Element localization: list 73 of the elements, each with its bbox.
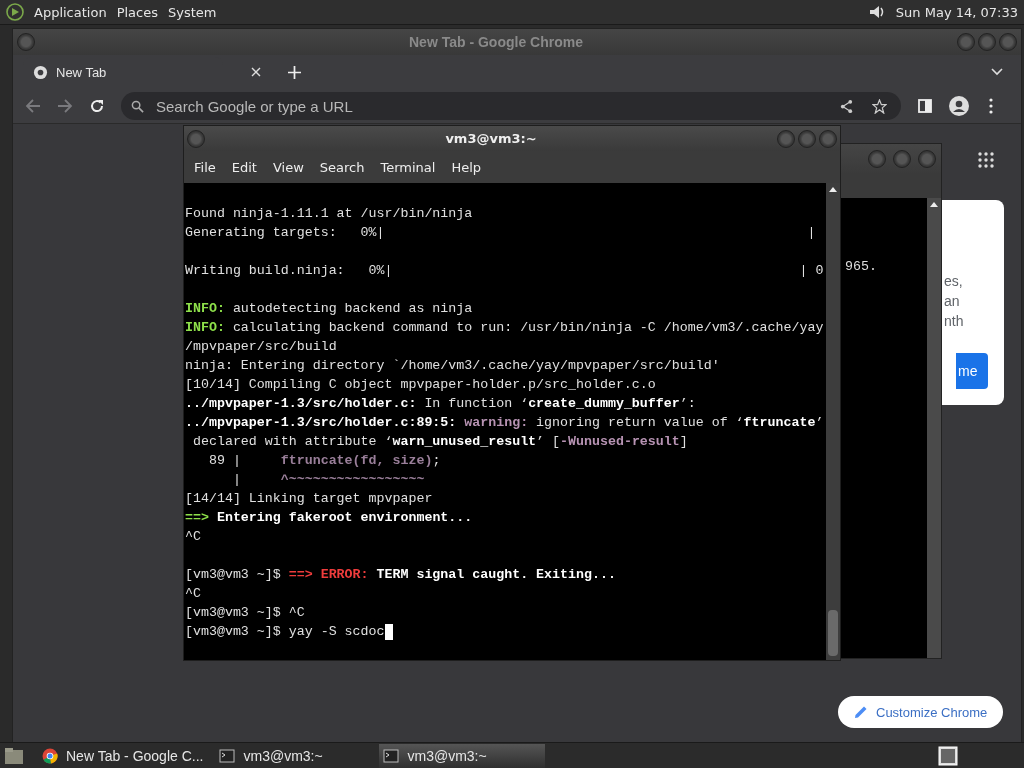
clock[interactable]: Sun May 14, 07:33	[895, 4, 1018, 20]
tab-list-caret-icon[interactable]	[991, 68, 1003, 76]
card-text: nth	[944, 313, 964, 329]
window-title: vm3@vm3:~	[445, 131, 537, 146]
maximize-button[interactable]	[893, 150, 911, 168]
terminal-line: [14/14] Linking target mpvpaper	[185, 491, 433, 506]
terminal-line: /mpvpaper/src/build	[185, 339, 337, 354]
menu-item[interactable]: Search	[311, 159, 373, 175]
scrollbar[interactable]	[927, 198, 941, 658]
menu-icon[interactable]	[989, 98, 993, 114]
reload-icon[interactable]	[89, 98, 105, 114]
terminal-line: ../mpvpaper-1.3/src/holder.c:89:5: warning: ignoring return value of ‘ftruncate’	[185, 415, 824, 430]
menu-item[interactable]: Help	[443, 159, 490, 175]
panel-menu[interactable]: System	[168, 4, 217, 20]
taskbar-item[interactable]: New Tab - Google C...	[38, 744, 210, 768]
terminal-line: ==> Entering fakeroot environment...	[185, 510, 473, 525]
panel-menu[interactable]: Places	[116, 4, 158, 20]
minimize-button[interactable]	[868, 150, 886, 168]
pencil-icon	[854, 705, 868, 719]
volume-icon[interactable]	[867, 3, 886, 21]
show-desktop-icon[interactable]	[4, 747, 24, 765]
terminal-icon	[219, 748, 236, 764]
new-tab-icon[interactable]	[288, 65, 301, 79]
apps-grid-icon[interactable]	[978, 152, 994, 168]
share-icon[interactable]	[839, 98, 854, 114]
terminal-line: Writing build.ninja: 0%| | 0	[185, 263, 824, 278]
terminal-line: Generating targets: 0%| |	[185, 225, 816, 240]
close-button[interactable]	[999, 33, 1017, 51]
terminal-line: [10/14] Compiling C object mpvpaper-holder.p/src_holder.c.o	[185, 377, 656, 392]
terminal-line: ninja: Entering directory `/home/vm3/.cache/yay/mpvpaper/src/build'	[185, 358, 720, 373]
customize-chrome-button[interactable]: Customize Chrome	[838, 696, 1004, 728]
terminal-line: | ^~~~~~~~~~~~~~~~~~	[231, 472, 425, 487]
card-text: an	[944, 293, 960, 309]
terminal-line: ^C	[185, 529, 201, 544]
card-text: es,	[944, 273, 963, 289]
search-icon	[131, 99, 144, 113]
menu-item[interactable]: Terminal	[372, 159, 444, 175]
menu-item[interactable]: Edit	[223, 159, 265, 175]
menu-item[interactable]: View	[264, 159, 312, 175]
bookmark-star-icon[interactable]	[872, 98, 887, 114]
address-bar[interactable]: Search Google or type a URL	[121, 92, 901, 120]
window-menu-button[interactable]	[187, 129, 205, 148]
terminal-line: ../mpvpaper-1.3/src/holder.c: In function ‘create_dummy_buffer’:	[185, 396, 696, 411]
terminal-line: [vm3@vm3 ~]$ yay -S scdoc	[185, 624, 385, 639]
terminal-line: [vm3@vm3 ~]$ ==> ERROR: TERM signal caught. Exiting...	[185, 567, 616, 582]
maximize-button[interactable]	[978, 33, 996, 51]
close-tab-icon[interactable]	[251, 67, 261, 77]
close-button[interactable]	[819, 129, 837, 148]
minimize-button[interactable]	[777, 129, 795, 148]
terminal-icon	[383, 748, 400, 764]
terminal-line: Found ninja-1.11.1 at /usr/bin/ninja	[185, 206, 473, 221]
window-menu-button[interactable]	[17, 33, 35, 51]
close-button[interactable]	[918, 150, 936, 168]
profile-avatar-icon[interactable]	[949, 96, 969, 116]
terminal-line: 965.	[845, 259, 878, 274]
terminal-line: declared with attribute ‘warn_unused_result’ [-Wunused-result]	[191, 434, 688, 449]
terminal-line: ^C	[185, 586, 201, 601]
taskbar-item[interactable]: vm3@vm3:~	[379, 744, 546, 768]
distro-logo-icon[interactable]	[6, 3, 24, 21]
minimize-button[interactable]	[957, 33, 975, 51]
card-button[interactable]: me	[956, 353, 988, 389]
terminal-line: INFO: calculating backend command to run: /usr/bin/ninja -C /home/vm3/.cache/yay	[185, 320, 824, 335]
workspace-switcher-icon[interactable]	[938, 746, 958, 766]
menu-item[interactable]: File	[186, 159, 224, 175]
taskbar-item[interactable]: vm3@vm3:~	[215, 744, 374, 768]
browser-icon	[42, 748, 58, 764]
terminal-line: 89 | ftruncate(fd, size);	[207, 453, 441, 468]
panel-menu[interactable]: Application	[34, 4, 107, 20]
window-title: New Tab - Google Chrome	[409, 34, 583, 50]
side-panel-icon[interactable]	[917, 98, 933, 114]
terminal-line: [vm3@vm3 ~]$ ^C	[185, 605, 305, 620]
terminal-line: INFO: autodetecting backend as ninja	[185, 301, 473, 316]
maximize-button[interactable]	[798, 129, 816, 148]
